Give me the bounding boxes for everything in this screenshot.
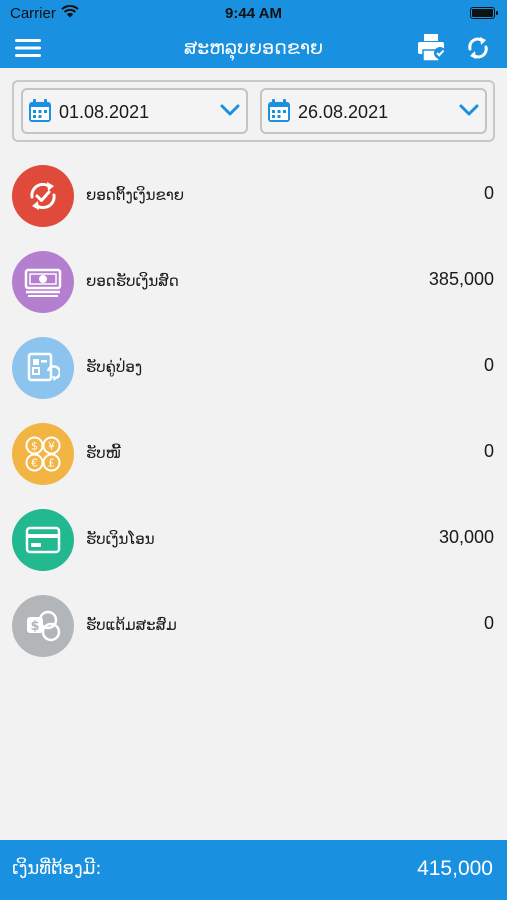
refresh-button[interactable] — [462, 32, 494, 64]
end-date-value: 26.08.2021 — [298, 102, 389, 122]
calendar-icon — [268, 99, 290, 122]
svg-text:$: $ — [30, 619, 39, 634]
chevron-down-icon — [220, 104, 240, 116]
status-bar: Carrier 9:44 AM — [0, 0, 507, 28]
nav-bar: ສະຫລຸບຍອດຂາຍ — [0, 28, 507, 68]
svg-text:€: € — [31, 457, 38, 470]
row-value: 30,000 — [438, 527, 494, 547]
list-item[interactable]: ຍອດຕິ້ງເງິນຂາຍ 0 — [0, 152, 507, 238]
chevron-down-icon — [459, 104, 479, 116]
svg-text:$: $ — [31, 440, 38, 453]
total-value: 415,000 — [417, 857, 493, 880]
banknote-icon — [24, 268, 62, 297]
refresh-icon — [468, 37, 488, 59]
card-icon — [25, 526, 61, 554]
calendar-icon — [29, 99, 51, 122]
end-date-picker[interactable]: 26.08.2021 — [260, 88, 487, 134]
battery-icon — [470, 7, 498, 19]
row-icon-circle: $ ¥ € £ — [12, 423, 74, 485]
coupon-icon — [27, 352, 60, 382]
row-label: ຮັບຄູ່ປ່ອງ — [86, 358, 143, 376]
refund-cycle-icon — [30, 182, 56, 210]
total-label: ເງິນທີ່ຕ້ອງມີ: — [12, 858, 102, 879]
row-label: ຮັບເງິນໂອນ — [86, 530, 155, 548]
date-range-panel: 01.08.2021 26.08.2021 — [12, 80, 495, 142]
row-label: ຮັບໜີ້ — [86, 444, 122, 462]
currency-coins-icon: $ ¥ € £ — [25, 436, 61, 472]
svg-text:£: £ — [48, 457, 55, 470]
row-label: ຮັບແຕ້ມສະສົມ — [86, 616, 177, 634]
print-icon — [418, 34, 446, 62]
row-icon-circle — [12, 251, 74, 313]
list-item[interactable]: $ ¥ € £ ຮັບໜີ້ 0 — [0, 410, 507, 496]
row-value: 0 — [483, 355, 494, 375]
row-value: 0 — [483, 441, 494, 461]
row-icon-circle: $ — [12, 595, 74, 657]
list-item[interactable]: ຍອດຮັບເງິນສົດ 385,000 — [0, 238, 507, 324]
list-item[interactable]: ຮັບເງິນໂອນ 30,000 — [0, 496, 507, 582]
row-value: 385,000 — [428, 269, 494, 289]
row-icon-circle — [12, 509, 74, 571]
row-label: ຍອດຕິ້ງເງິນຂາຍ — [86, 186, 185, 204]
row-value: 0 — [483, 613, 494, 633]
row-value: 0 — [483, 183, 494, 203]
row-icon-circle — [12, 337, 74, 399]
points-icon: $ — [27, 610, 61, 642]
row-icon-circle — [12, 165, 74, 227]
list-item[interactable]: ຮັບຄູ່ປ່ອງ 0 — [0, 324, 507, 410]
status-time: 9:44 AM — [225, 5, 282, 22]
list-item[interactable]: $ ຮັບແຕ້ມສະສົມ 0 — [0, 582, 507, 668]
row-label: ຍອດຮັບເງິນສົດ — [86, 272, 179, 290]
svg-text:¥: ¥ — [48, 440, 55, 453]
print-button[interactable] — [416, 32, 448, 64]
start-date-picker[interactable]: 01.08.2021 — [21, 88, 248, 134]
total-footer: ເງິນທີ່ຕ້ອງມີ: 415,000 — [0, 840, 507, 900]
start-date-value: 01.08.2021 — [59, 102, 150, 122]
